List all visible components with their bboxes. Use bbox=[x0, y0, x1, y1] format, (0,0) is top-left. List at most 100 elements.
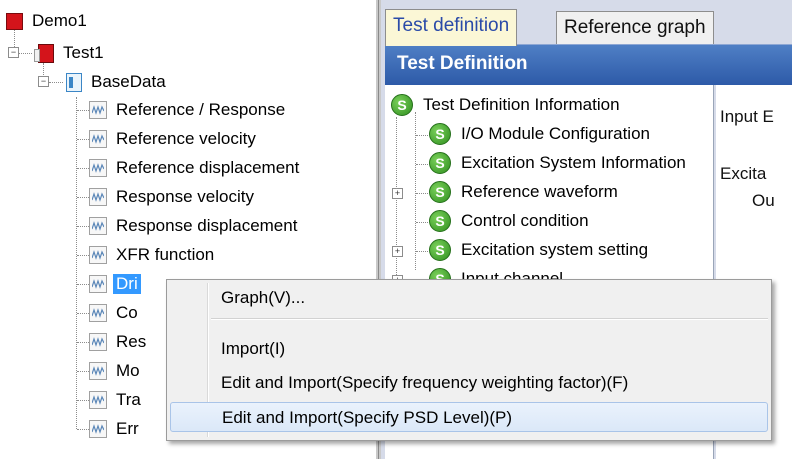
waveform-icon bbox=[89, 333, 107, 351]
panel-title-bar: Test Definition bbox=[385, 44, 792, 85]
status-s-icon: S bbox=[429, 152, 451, 174]
tree-connector bbox=[416, 193, 428, 194]
waveform-icon bbox=[89, 420, 107, 438]
tree-connector bbox=[76, 97, 77, 429]
tree-connector bbox=[77, 110, 89, 111]
tree-node-label: Err bbox=[116, 419, 139, 438]
tree-connector bbox=[77, 226, 89, 227]
tree-node-label: Mo bbox=[116, 361, 140, 380]
tree-connector bbox=[77, 168, 89, 169]
tree-connector bbox=[77, 342, 89, 343]
menu-item-graph[interactable]: Graph(V)... bbox=[170, 283, 768, 313]
definition-item-label: Reference waveform bbox=[461, 182, 618, 201]
tree-node-reference-velocity[interactable]: Reference velocity bbox=[89, 126, 259, 152]
tree-connector bbox=[416, 222, 428, 223]
detail-label-output: Ou bbox=[752, 191, 775, 210]
tree-node-basedata[interactable]: BaseData bbox=[66, 69, 169, 95]
waveform-icon bbox=[89, 362, 107, 380]
tree-node-res[interactable]: Res bbox=[89, 329, 149, 355]
definition-item-label: Control condition bbox=[461, 211, 589, 230]
tree-node-tra[interactable]: Tra bbox=[89, 387, 144, 413]
tree-connector bbox=[49, 82, 63, 83]
tree-node-test1[interactable]: Test1 bbox=[34, 40, 107, 66]
tree-connector bbox=[77, 400, 89, 401]
tree-node-reference-response[interactable]: Reference / Response bbox=[89, 97, 288, 123]
waveform-icon bbox=[89, 130, 107, 148]
tree-connector bbox=[77, 371, 89, 372]
tree-node-label: Dri bbox=[113, 274, 141, 294]
tree-node-xfr-function[interactable]: XFR function bbox=[89, 242, 217, 268]
tree-connector bbox=[77, 139, 89, 140]
tree-node-demo1[interactable]: Demo1 bbox=[6, 8, 90, 34]
tree-node-err[interactable]: Err bbox=[89, 416, 142, 442]
panel-title: Test Definition bbox=[397, 53, 528, 74]
data-document-icon bbox=[66, 72, 82, 92]
tree-node-label: Reference velocity bbox=[116, 129, 256, 148]
detail-label-excitation: Excita bbox=[720, 164, 767, 183]
tree-expander[interactable]: + bbox=[392, 246, 403, 257]
definition-item-label: I/O Module Configuration bbox=[461, 124, 650, 143]
tree-expander[interactable]: − bbox=[8, 47, 19, 58]
waveform-icon bbox=[89, 391, 107, 409]
tree-node-label: Res bbox=[116, 332, 147, 351]
tab-reference-graph[interactable]: Reference graph bbox=[556, 11, 714, 45]
tree-connector bbox=[416, 164, 428, 165]
menu-separator bbox=[211, 318, 768, 320]
tree-expander[interactable]: − bbox=[38, 76, 49, 87]
definition-item[interactable]: S Control condition bbox=[429, 208, 592, 234]
definition-item[interactable]: S I/O Module Configuration bbox=[429, 121, 653, 147]
definition-item[interactable]: S Excitation system setting bbox=[429, 237, 651, 263]
tree-node-co[interactable]: Co bbox=[89, 300, 141, 326]
tab-test-definition[interactable]: Test definition bbox=[385, 9, 518, 46]
tree-node-reference-displacement[interactable]: Reference displacement bbox=[89, 155, 302, 181]
status-s-icon: S bbox=[391, 94, 413, 116]
tree-connector bbox=[18, 53, 32, 54]
tree-connector bbox=[416, 251, 428, 252]
menu-item-import[interactable]: Import(I) bbox=[170, 334, 768, 364]
tree-node-mo[interactable]: Mo bbox=[89, 358, 143, 384]
waveform-icon bbox=[89, 159, 107, 177]
tree-node-label: XFR function bbox=[116, 245, 215, 264]
tree-connector bbox=[416, 135, 428, 136]
tree-node-response-displacement[interactable]: Response displacement bbox=[89, 213, 300, 239]
tree-node-label: Test1 bbox=[63, 43, 104, 62]
tree-node-response-velocity[interactable]: Response velocity bbox=[89, 184, 257, 210]
status-s-icon: S bbox=[429, 210, 451, 232]
tree-node-label: Demo1 bbox=[32, 11, 87, 30]
test-book-icon bbox=[34, 43, 54, 63]
definition-item-label: Excitation system setting bbox=[461, 240, 649, 259]
menu-item-edit-import-psd[interactable]: Edit and Import(Specify PSD Level)(P) bbox=[170, 402, 768, 432]
waveform-icon bbox=[89, 101, 107, 119]
tree-node-label: Reference displacement bbox=[116, 158, 300, 177]
definition-item[interactable]: S Excitation System Information bbox=[429, 150, 689, 176]
tree-node-label: Tra bbox=[116, 390, 141, 409]
waveform-icon bbox=[89, 188, 107, 206]
waveform-icon bbox=[89, 217, 107, 235]
status-s-icon: S bbox=[429, 123, 451, 145]
tree-expander[interactable]: + bbox=[392, 188, 403, 199]
tree-node-label: BaseData bbox=[91, 72, 166, 91]
tree-node-drive[interactable]: Dri bbox=[89, 271, 141, 297]
tree-connector bbox=[77, 284, 89, 285]
tree-node-label: Co bbox=[116, 303, 138, 322]
definition-item[interactable]: S Test Definition Information bbox=[391, 92, 623, 118]
definition-item-label: Excitation System Information bbox=[461, 153, 686, 172]
tree-node-label: Response displacement bbox=[116, 216, 298, 235]
tree-connector bbox=[77, 429, 89, 430]
status-s-icon: S bbox=[429, 181, 451, 203]
tree-connector bbox=[77, 255, 89, 256]
definition-item[interactable]: S Reference waveform bbox=[429, 179, 621, 205]
context-menu: Graph(V)... Import(I) Edit and Import(Sp… bbox=[166, 279, 772, 441]
detail-label-input: Input E bbox=[720, 107, 774, 126]
tree-node-label: Reference / Response bbox=[116, 100, 286, 119]
tree-connector bbox=[77, 197, 89, 198]
tree-node-label: Response velocity bbox=[116, 187, 254, 206]
waveform-icon bbox=[89, 246, 107, 264]
menu-item-edit-import-weighting[interactable]: Edit and Import(Specify frequency weight… bbox=[170, 368, 768, 398]
waveform-icon bbox=[89, 304, 107, 322]
project-icon bbox=[6, 12, 23, 30]
status-s-icon: S bbox=[429, 239, 451, 261]
tree-connector bbox=[77, 313, 89, 314]
waveform-icon bbox=[89, 275, 107, 293]
definition-item-label: Test Definition Information bbox=[423, 95, 620, 114]
